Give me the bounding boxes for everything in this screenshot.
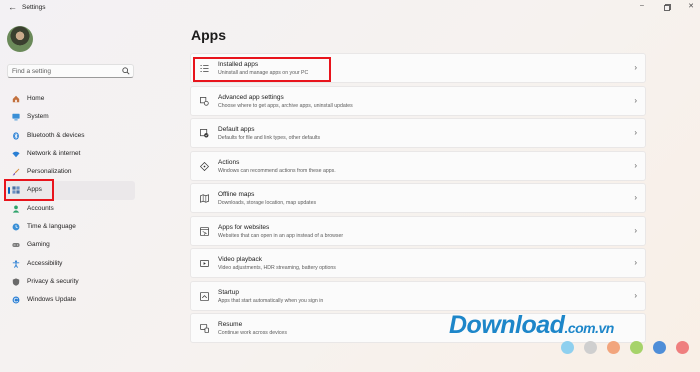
card-title: Actions [218,158,240,166]
video-playback-card[interactable]: Video playback Video adjustments, HDR st… [190,248,646,278]
offline-maps-icon [200,194,209,203]
time-language-icon [12,223,20,231]
title-bar: ← Settings – ✕ [0,0,700,16]
sidebar-item-time-language[interactable]: Time & language [4,218,135,236]
accessibility-icon [12,259,20,268]
chevron-right-icon: › [634,63,637,72]
chevron-right-icon: › [634,290,637,300]
windows-update-icon [12,296,20,304]
card-title: Apps for websites [218,223,270,231]
watermark-text: Download [449,311,565,339]
startup-icon [200,291,209,301]
sidebar-item-label: Accessibility [27,259,63,267]
card-subtitle: Defaults for file and link types, other … [218,135,321,141]
card-title: Resume [218,321,243,328]
sidebar-item-label: Network & internet [27,149,81,157]
card-title: Video playback [218,256,262,263]
watermark-logo: Download.com.vn [449,311,614,340]
wifi-icon [12,151,20,158]
page-title: Apps [191,27,226,43]
chevron-right-icon: › [634,160,637,170]
advanced-app-settings-card[interactable]: Advanced app settings Choose where to ge… [190,85,646,116]
card-subtitle: Choose where to get apps, archive apps, … [218,102,353,109]
sidebar-item-label: Gaming [27,241,50,249]
card-subtitle: Video adjustments, HDR streaming, batter… [218,265,336,271]
chevron-right-icon: › [634,225,637,235]
chevron-right-icon: › [634,128,637,137]
sidebar-item-privacy-security[interactable]: Privacy & security [4,273,135,291]
sidebar-item-label: Accounts [27,204,54,212]
apps-highlight-box [4,179,54,201]
back-arrow-icon[interactable]: ← [8,2,17,12]
search-input[interactable] [12,66,117,76]
sidebar-item-network[interactable]: Network & internet [4,145,135,163]
resume-icon [200,324,209,333]
search-icon[interactable] [122,67,130,75]
card-subtitle: Continue work across devices [218,330,287,336]
card-title: Default apps [218,126,255,133]
close-icon[interactable]: ✕ [684,2,698,10]
accounts-icon [12,205,20,213]
video-playback-icon [200,259,209,268]
watermark-dot [653,341,666,354]
apps-for-websites-icon [200,226,209,236]
watermark-dot [561,341,574,354]
sidebar-item-accounts[interactable]: Accounts [4,200,135,218]
actions-icon [200,161,209,171]
chevron-right-icon: › [634,193,637,202]
card-title: Offline maps [218,191,255,198]
offline-maps-card[interactable]: Offline maps Downloads, storage location… [190,183,646,213]
sidebar-item-system[interactable]: System [4,108,135,126]
actions-card[interactable]: Actions Windows can recommend actions fr… [190,150,646,181]
default-apps-icon [200,129,209,138]
installed-apps-highlight-box [193,57,331,82]
sidebar-item-gaming[interactable]: Gaming [4,236,135,254]
home-icon [12,95,20,103]
card-subtitle: Downloads, storage location, map updates [218,200,317,206]
watermark-dot [584,341,597,354]
sidebar-item-home[interactable]: Home [4,90,135,108]
apps-for-websites-card[interactable]: Apps for websites Websites that can open… [190,215,646,246]
sidebar-item-label: Bluetooth & devices [27,131,85,139]
advanced-app-settings-icon [200,96,209,106]
startup-card[interactable]: Startup Apps that start automatically wh… [190,280,646,311]
sidebar-item-label: System [27,113,49,121]
gaming-icon [12,243,20,248]
watermark-suffix: .com.vn [564,320,614,336]
card-title: Advanced app settings [218,93,284,101]
watermark-dot [630,341,643,354]
bluetooth-icon [13,131,19,140]
sidebar-item-label: Personalization [27,168,72,176]
system-icon [12,114,20,121]
default-apps-card[interactable]: Default apps Defaults for file and link … [190,118,646,148]
sidebar-item-label: Home [27,95,45,102]
chevron-right-icon: › [634,258,637,267]
maximize-icon[interactable] [660,2,674,13]
window-title: Settings [22,4,46,11]
apps-settings-list: Installed apps Uninstall and manage apps… [190,53,646,346]
sidebar-item-bluetooth[interactable]: Bluetooth & devices [4,127,135,145]
shield-icon [12,278,20,286]
sidebar-item-accessibility[interactable]: Accessibility [4,255,135,273]
sidebar-item-label: Windows Update [27,296,77,304]
card-subtitle: Apps that start automatically when you s… [218,297,324,304]
search-box[interactable] [7,64,134,78]
avatar[interactable] [7,26,33,52]
card-subtitle: Windows can recommend actions from these… [218,167,336,174]
watermark-dot [607,341,620,354]
sidebar-item-label: Time & language [27,223,76,231]
sidebar-item-label: Privacy & security [27,277,79,285]
card-subtitle: Websites that can open in an app instead… [218,232,344,239]
minimize-icon[interactable]: – [635,2,649,9]
chevron-right-icon: › [634,95,637,105]
watermark-dot [676,341,689,354]
brush-icon [12,168,20,176]
sidebar-item-windows-update[interactable]: Windows Update [4,291,135,309]
card-title: Startup [218,288,239,296]
